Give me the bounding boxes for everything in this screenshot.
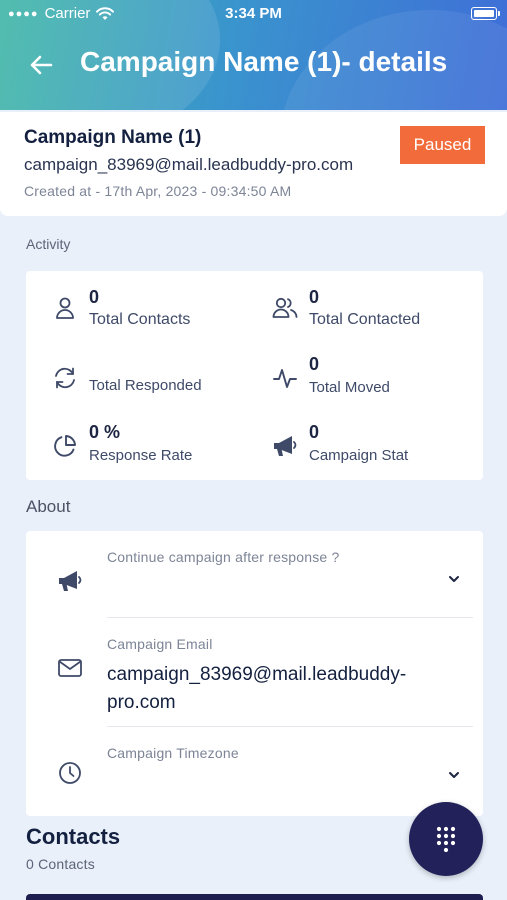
status-time: 3:34 PM bbox=[225, 5, 282, 22]
back-button[interactable] bbox=[26, 50, 56, 80]
continue-campaign-label: Continue campaign after response ? bbox=[107, 549, 340, 565]
status-badge[interactable]: Paused bbox=[400, 126, 485, 164]
campaign-name: Campaign Name (1) bbox=[24, 127, 202, 148]
clock-icon bbox=[56, 759, 84, 787]
continue-campaign-select[interactable]: Continue campaign after response ? bbox=[26, 531, 483, 617]
chevron-down-icon[interactable] bbox=[447, 768, 461, 782]
mail-icon bbox=[56, 654, 84, 682]
campaign-timezone-label: Campaign Timezone bbox=[107, 745, 239, 761]
users-icon bbox=[272, 295, 298, 321]
stat-value: 0 bbox=[309, 287, 320, 307]
activity-section-label: Activity bbox=[26, 236, 71, 252]
about-card: Continue campaign after response ? Campa… bbox=[26, 531, 483, 816]
refresh-icon bbox=[52, 365, 78, 391]
activity-icon bbox=[272, 365, 298, 391]
activity-card: 0 Total Contacts 0 Total Contacted Total… bbox=[26, 271, 483, 480]
stat-value: 0 bbox=[309, 354, 320, 374]
page-title: Campaign Name (1)- details bbox=[80, 46, 448, 77]
pie-chart-icon bbox=[52, 433, 78, 459]
stat-label: Total Responded bbox=[89, 377, 202, 394]
stat-label: Total Contacted bbox=[309, 311, 421, 328]
stat-label: Campaign Stat bbox=[309, 447, 409, 464]
battery-icon bbox=[471, 7, 500, 20]
app-header: ●●●● Carrier 3:34 PM Campaign Name (1)- … bbox=[0, 0, 507, 110]
stat-value: 0 % bbox=[89, 422, 121, 442]
stat-value: 0 bbox=[309, 422, 320, 442]
contacts-list-header bbox=[26, 894, 483, 900]
campaign-email-label: Campaign Email bbox=[107, 636, 213, 652]
stat-value: 0 bbox=[89, 287, 100, 307]
campaign-email-value: campaign_83969@mail.leadbuddy-pro.com bbox=[107, 664, 407, 713]
campaign-created-date: Created at - 17th Apr, 2023 - 09:34:50 A… bbox=[24, 183, 292, 199]
dialpad-icon bbox=[436, 826, 456, 852]
stat-label: Response Rate bbox=[89, 447, 193, 464]
campaign-email: campaign_83969@mail.leadbuddy-pro.com bbox=[24, 155, 354, 174]
about-section-label: About bbox=[26, 497, 71, 516]
chevron-down-icon[interactable] bbox=[447, 572, 461, 586]
contacts-title: Contacts bbox=[26, 824, 121, 849]
user-icon bbox=[52, 295, 78, 321]
stat-label: Total Moved bbox=[309, 379, 390, 396]
arrow-left-icon bbox=[30, 55, 53, 75]
dialpad-fab-button[interactable] bbox=[409, 802, 483, 876]
status-bar: ●●●● Carrier 3:34 PM bbox=[0, 0, 507, 28]
campaign-email-row: Campaign Email campaign_83969@mail.leadb… bbox=[26, 618, 483, 726]
stat-label: Total Contacts bbox=[89, 311, 191, 328]
megaphone-icon bbox=[272, 433, 298, 459]
campaign-timezone-select[interactable]: Campaign Timezone bbox=[26, 727, 483, 816]
megaphone-icon bbox=[56, 567, 84, 595]
contacts-count: 0 Contacts bbox=[26, 856, 95, 872]
campaign-summary-card: Campaign Name (1) campaign_83969@mail.le… bbox=[0, 112, 507, 216]
